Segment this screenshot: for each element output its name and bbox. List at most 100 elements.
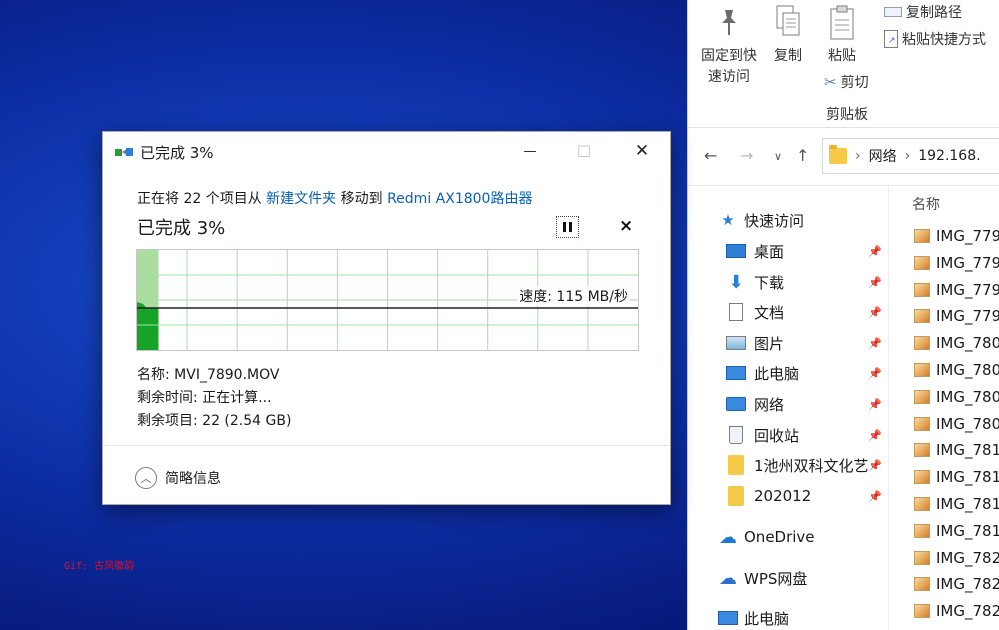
nav-onedrive[interactable]: ☁ OneDrive: [688, 522, 888, 552]
paste-shortcut-button[interactable]: ↗ 粘贴快捷方式: [884, 29, 986, 49]
chevron-up-icon: ︿: [135, 467, 157, 489]
ribbon-clipboard-group: 固定到快 速访问 复制 粘贴 ✂ 剪切 复制路径 ↗ 粘贴快捷方式 剪贴板: [688, 0, 999, 128]
picture-icon: [726, 334, 746, 352]
details-footer: ︿ 简略信息: [103, 445, 670, 504]
nav-recycle-bin[interactable]: 回收站 📌: [688, 420, 888, 450]
pin-quick-access-button[interactable]: 固定到快 速访问: [696, 46, 762, 88]
source-folder-link[interactable]: 新建文件夹: [266, 191, 336, 207]
pin-icon: 📌: [868, 428, 882, 442]
up-button[interactable]: ↑: [796, 146, 809, 165]
file-name: IMG_781: [936, 468, 999, 487]
maximize-button[interactable]: ☐: [561, 132, 607, 170]
file-row[interactable]: IMG_780: [914, 411, 999, 437]
pause-button[interactable]: [556, 216, 579, 238]
pane-divider[interactable]: [888, 186, 889, 630]
nav-documents[interactable]: 文档 📌: [688, 297, 888, 327]
file-row[interactable]: IMG_779: [914, 303, 999, 329]
forward-button[interactable]: →: [740, 146, 753, 165]
copy-button[interactable]: 复制: [770, 46, 806, 67]
time-remaining-line: 剩余时间: 正在计算...: [137, 390, 272, 406]
nav-this-pc[interactable]: 此电脑 📌: [688, 358, 888, 388]
pause-icon: [563, 222, 572, 232]
nav-downloads[interactable]: ⬇ 下载 📌: [688, 267, 888, 297]
folder-icon: [829, 145, 847, 164]
folder-icon: [726, 486, 746, 506]
nav-quick-access[interactable]: ★ 快速访问: [688, 205, 888, 235]
image-file-icon: [914, 523, 930, 538]
copy-path-icon: [884, 7, 902, 17]
pin-icon: 📌: [868, 489, 882, 503]
address-segment-network[interactable]: 网络: [869, 146, 897, 166]
image-file-icon: [914, 282, 930, 297]
speed-history-area: [137, 302, 159, 350]
star-icon: ★: [721, 211, 735, 229]
percent-complete: 已完成 3%: [137, 218, 226, 239]
pin-icon: 📌: [868, 366, 882, 380]
nav-this-pc-root[interactable]: 此电脑: [688, 603, 888, 630]
nav-pictures[interactable]: 图片 📌: [688, 328, 888, 358]
file-row[interactable]: IMG_779: [914, 277, 999, 303]
nav-folder-chizhou[interactable]: 1池州双科文化艺 📌: [688, 450, 888, 480]
nav-folder-202012[interactable]: 202012 📌: [688, 481, 888, 511]
file-row[interactable]: IMG_781: [914, 518, 999, 544]
pin-icon: 📌: [868, 336, 882, 350]
address-bar[interactable]: › 网络 › 192.168.: [822, 138, 999, 174]
file-row[interactable]: IMG_779: [914, 250, 999, 276]
recent-locations-button[interactable]: ∨: [774, 150, 782, 163]
operation-description: 正在将 22 个项目从 新建文件夹 移动到 Redmi AX1800路由器: [137, 191, 533, 207]
items-remaining-line: 剩余项目: 22 (2.54 GB): [137, 413, 292, 429]
column-header-name[interactable]: 名称: [912, 194, 940, 214]
minimize-button[interactable]: —: [507, 132, 553, 170]
image-file-icon: [914, 255, 930, 270]
nav-wps-drive[interactable]: ☁ WPS网盘: [688, 563, 888, 593]
copy-path-button[interactable]: 复制路径: [884, 2, 962, 22]
file-row[interactable]: IMG_782: [914, 598, 999, 624]
destination-link[interactable]: Redmi AX1800路由器: [387, 191, 532, 207]
file-row[interactable]: IMG_780: [914, 330, 999, 356]
paste-button[interactable]: 粘贴: [824, 46, 860, 67]
address-separator: ›: [904, 148, 911, 164]
file-name: IMG_779: [936, 307, 999, 326]
file-row[interactable]: IMG_780: [914, 357, 999, 383]
file-name: IMG_782: [936, 548, 999, 567]
file-name: IMG_781: [936, 521, 999, 540]
file-row[interactable]: IMG_782: [914, 545, 999, 571]
file-row[interactable]: IMG_779: [914, 223, 999, 249]
address-segment-host[interactable]: 192.168.: [918, 148, 980, 164]
nav-network[interactable]: 网络 📌: [688, 389, 888, 419]
file-row[interactable]: IMG_781: [914, 437, 999, 463]
paste-icon: [828, 4, 856, 46]
network-icon: [726, 395, 746, 413]
pin-icon: 📌: [868, 397, 882, 411]
file-name-line: 名称: MVI_7890.MOV: [137, 367, 280, 383]
pin-icon: 📌: [868, 244, 882, 258]
close-button[interactable]: ✕: [619, 132, 665, 170]
dialog-title: 已完成 3%: [140, 144, 214, 162]
computer-icon: [726, 364, 746, 382]
back-button[interactable]: ←: [704, 146, 717, 165]
image-file-icon: [914, 309, 930, 324]
file-name: IMG_780: [936, 334, 999, 353]
dialog-titlebar[interactable]: 已完成 3% — ☐ ✕: [103, 132, 670, 170]
desktop-icon: [726, 242, 746, 260]
gif-watermark: Gif: 古风徽韵: [64, 561, 135, 572]
nav-desktop[interactable]: 桌面 📌: [688, 236, 888, 266]
file-name: IMG_780: [936, 387, 999, 406]
speed-readout: 速度: 115 MB/秒: [517, 286, 630, 306]
cancel-button[interactable]: ×: [619, 216, 633, 236]
image-file-icon: [914, 577, 930, 592]
file-explorer-window: 固定到快 速访问 复制 粘贴 ✂ 剪切 复制路径 ↗ 粘贴快捷方式 剪贴板 ←: [687, 0, 999, 630]
cut-button[interactable]: ✂ 剪切: [824, 72, 869, 92]
file-row[interactable]: IMG_780: [914, 384, 999, 410]
image-file-icon: [914, 389, 930, 404]
file-name: IMG_781: [936, 441, 999, 460]
file-row[interactable]: IMG_781: [914, 464, 999, 490]
pin-icon: 📌: [868, 305, 882, 319]
copy-progress-icon: [115, 148, 133, 156]
file-name: IMG_782: [936, 602, 999, 621]
pin-icon: 📌: [868, 275, 882, 289]
fewer-details-toggle[interactable]: ︿ 简略信息: [135, 467, 221, 489]
file-row[interactable]: IMG_782: [914, 571, 999, 597]
file-row[interactable]: IMG_781: [914, 491, 999, 517]
image-file-icon: [914, 604, 930, 619]
